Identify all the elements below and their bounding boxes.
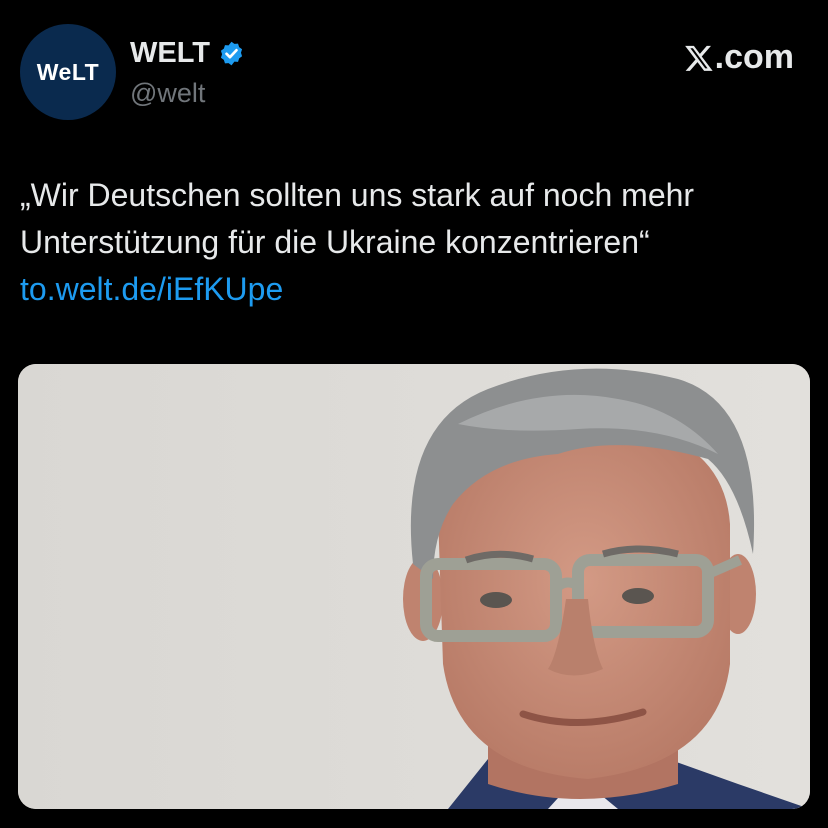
post-card: WeLT WELT @welt .com „Wir Deutschen soll… (0, 0, 828, 828)
tweet-link[interactable]: to.welt.de/iEfKUpe (20, 266, 810, 313)
verified-badge-icon (220, 41, 243, 65)
brand-watermark: .com (684, 38, 794, 77)
media-image[interactable] (18, 364, 810, 809)
tweet-text: „Wir Deutschen sollten uns stark auf noc… (20, 172, 810, 313)
display-name[interactable]: WELT (130, 38, 210, 68)
tweet-text-line: „Wir Deutschen sollten uns stark auf noc… (20, 177, 695, 213)
avatar-logo-text: WeLT (36, 58, 100, 85)
tweet-text-line: Unterstützung für die Ukraine konzentrie… (20, 224, 650, 260)
handle[interactable]: @welt (130, 78, 205, 109)
brand-label: .com (714, 38, 794, 76)
avatar[interactable]: WeLT (20, 24, 116, 120)
x-logo-icon (684, 45, 713, 71)
author-name-row: WELT (130, 34, 245, 72)
portrait-photo (18, 364, 810, 809)
